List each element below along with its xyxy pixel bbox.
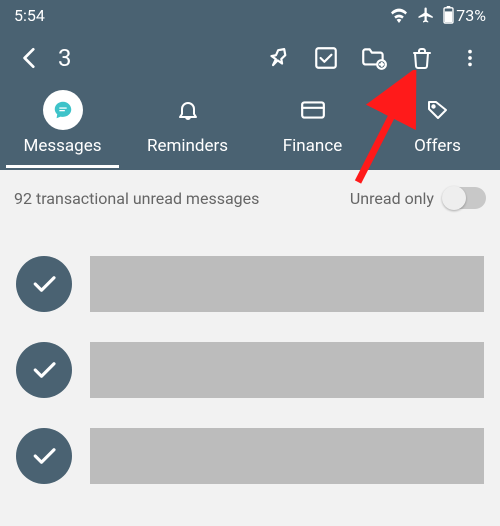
selection-count: 3 (58, 44, 90, 72)
selected-check-icon[interactable] (16, 342, 72, 398)
back-button[interactable] (6, 34, 54, 82)
delete-button[interactable] (398, 34, 446, 82)
unread-only-toggle[interactable] (444, 187, 486, 209)
unread-only-label: Unread only (350, 189, 434, 208)
selected-check-icon[interactable] (16, 256, 72, 312)
list-item[interactable] (16, 428, 484, 484)
filter-bar: 92 transactional unread messages Unread … (0, 170, 500, 226)
toggle-knob (442, 186, 466, 210)
battery-icon: 73% (443, 6, 486, 25)
finance-icon (293, 90, 333, 130)
tab-label: Offers (414, 136, 461, 168)
wifi-icon (389, 7, 409, 23)
list-item[interactable] (16, 256, 484, 312)
category-tabs: Messages Reminders Finance Offers (0, 86, 500, 170)
tab-reminders[interactable]: Reminders (125, 86, 250, 168)
tab-label: Messages (24, 136, 102, 168)
message-list (0, 256, 500, 484)
tab-label: Reminders (147, 136, 228, 168)
pin-button[interactable] (254, 34, 302, 82)
tab-messages[interactable]: Messages (0, 86, 125, 168)
battery-percent: 73% (456, 6, 486, 25)
message-preview-placeholder (90, 428, 484, 484)
message-preview-placeholder (90, 256, 484, 312)
message-preview-placeholder (90, 342, 484, 398)
reminders-icon (168, 90, 208, 130)
messages-icon (43, 90, 83, 130)
tab-label: Finance (283, 136, 342, 168)
overflow-menu-button[interactable] (446, 34, 494, 82)
selected-check-icon[interactable] (16, 428, 72, 484)
move-to-folder-button[interactable] (350, 34, 398, 82)
status-bar: 5:54 73% (0, 0, 500, 30)
tab-offers[interactable]: Offers (375, 86, 500, 168)
selection-app-bar: 3 (0, 30, 500, 86)
list-item[interactable] (16, 342, 484, 398)
status-time: 5:54 (14, 6, 45, 25)
select-all-button[interactable] (302, 34, 350, 82)
unread-summary: 92 transactional unread messages (14, 189, 259, 208)
offers-icon (418, 90, 458, 130)
tab-finance[interactable]: Finance (250, 86, 375, 168)
airplane-mode-icon (417, 6, 435, 24)
